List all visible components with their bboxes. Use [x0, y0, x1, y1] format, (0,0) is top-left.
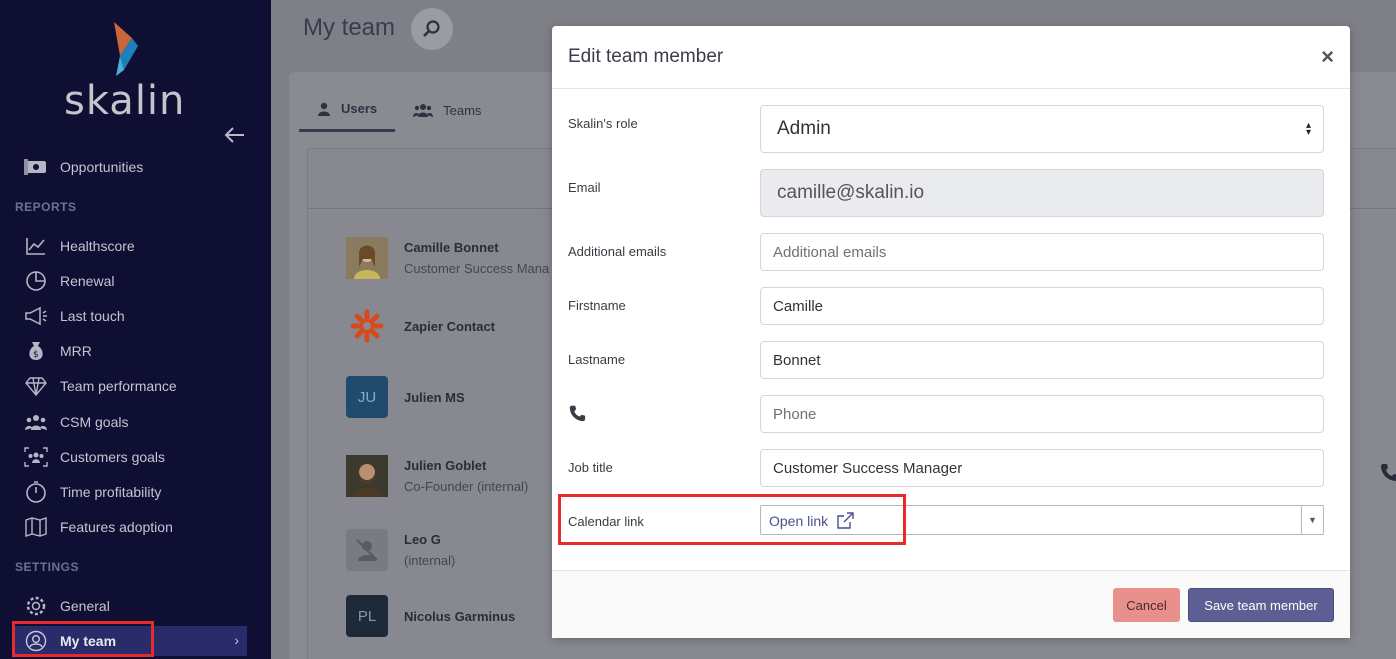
- search-icon: [423, 20, 440, 37]
- save-team-member-button[interactable]: Save team member: [1188, 588, 1334, 622]
- member-row[interactable]: PL Nicolus Garminus: [346, 595, 515, 637]
- member-row[interactable]: Zapier Contact: [346, 305, 495, 347]
- money-bag-icon: $: [24, 339, 48, 363]
- sidebar-item-general[interactable]: General: [24, 591, 110, 621]
- zapier-logo-icon: [346, 305, 388, 347]
- no-avatar-icon: [346, 529, 388, 571]
- role-select[interactable]: Admin ▴ ▾: [760, 105, 1324, 153]
- chevron-right-icon: ›: [234, 632, 239, 648]
- additional-emails-input[interactable]: Additional emails: [760, 233, 1324, 271]
- modal-footer: Cancel Save team member: [552, 570, 1350, 638]
- tab-teams[interactable]: Teams: [395, 88, 499, 132]
- select-caret-icon: ▴ ▾: [1305, 120, 1311, 138]
- sidebar-item-renewal[interactable]: Renewal: [24, 266, 114, 296]
- phone-icon: [569, 405, 586, 422]
- svg-text:$: $: [33, 350, 39, 360]
- stopwatch-icon: [24, 480, 48, 504]
- search-button[interactable]: [411, 8, 453, 50]
- tab-users[interactable]: Users: [299, 88, 396, 132]
- lastname-label: Lastname: [568, 352, 626, 367]
- member-row[interactable]: Julien Goblet Co-Founder (internal): [346, 455, 528, 497]
- logo-mark-icon: [114, 22, 138, 76]
- highlight-my-team: [12, 621, 154, 657]
- sidebar-item-healthscore[interactable]: Healthscore: [24, 231, 135, 261]
- highlight-calendar-link: [558, 494, 906, 545]
- section-reports: REPORTS: [15, 200, 77, 214]
- pie-chart-icon: [24, 269, 48, 293]
- phone-input[interactable]: Phone: [760, 395, 1324, 433]
- sidebar-item-mrr[interactable]: $ MRR: [24, 336, 92, 366]
- lastname-input[interactable]: Bonnet: [760, 341, 1324, 379]
- additional-emails-label: Additional emails: [568, 244, 667, 259]
- chevron-down-icon[interactable]: ▼: [1301, 506, 1323, 534]
- job-title-label: Job title: [568, 460, 613, 475]
- logo-text: skalin: [64, 78, 186, 124]
- sidebar-item-features-adoption[interactable]: Features adoption: [24, 512, 173, 542]
- avatar: JU: [346, 376, 388, 418]
- sidebar: skalin Opportunities REPORTS Healthscore…: [0, 0, 271, 659]
- logo[interactable]: skalin: [64, 20, 194, 124]
- cancel-button[interactable]: Cancel: [1113, 588, 1180, 622]
- member-row[interactable]: Leo G (internal): [346, 529, 455, 571]
- avatar: [346, 455, 388, 497]
- email-label: Email: [568, 180, 601, 195]
- modal-header: Edit team member: [552, 26, 1350, 89]
- sidebar-item-last-touch[interactable]: Last touch: [24, 301, 125, 331]
- diamond-icon: [24, 374, 48, 398]
- role-label: Skalin's role: [568, 116, 638, 131]
- modal-title: Edit team member: [568, 46, 724, 67]
- collapse-arrow-icon[interactable]: [222, 122, 248, 148]
- sidebar-item-time-profitability[interactable]: Time profitability: [24, 477, 161, 507]
- section-settings: SETTINGS: [15, 560, 80, 574]
- member-row[interactable]: Camille Bonnet Customer Success Mana: [346, 237, 549, 279]
- job-title-input[interactable]: Customer Success Manager: [760, 449, 1324, 487]
- phone-icon[interactable]: [1379, 462, 1396, 482]
- firstname-input[interactable]: Camille: [760, 287, 1324, 325]
- sidebar-item-csm-goals[interactable]: CSM goals: [24, 407, 128, 437]
- email-field: camille@skalin.io: [760, 169, 1324, 217]
- page-title: My team: [303, 14, 396, 41]
- users-icon: [24, 410, 48, 434]
- sidebar-item-opportunities[interactable]: Opportunities: [24, 152, 143, 182]
- chart-line-icon: [24, 234, 48, 258]
- avatar: PL: [346, 595, 388, 637]
- sidebar-item-team-performance[interactable]: Team performance: [24, 371, 177, 401]
- close-icon[interactable]: ×: [1321, 44, 1334, 70]
- users-icon: [413, 103, 434, 117]
- member-row[interactable]: JU Julien MS: [346, 376, 465, 418]
- tab-bar: Users Teams: [299, 88, 499, 132]
- gear-icon: [24, 594, 48, 618]
- edit-team-member-modal: Edit team member × Skalin's role Admin ▴…: [552, 26, 1350, 638]
- users-frame-icon: [24, 445, 48, 469]
- user-icon: [317, 102, 331, 116]
- megaphone-icon: [24, 304, 48, 328]
- money-icon: [24, 155, 48, 179]
- firstname-label: Firstname: [568, 298, 626, 313]
- avatar: [346, 237, 388, 279]
- sidebar-item-customers-goals[interactable]: Customers goals: [24, 442, 165, 472]
- map-icon: [24, 515, 48, 539]
